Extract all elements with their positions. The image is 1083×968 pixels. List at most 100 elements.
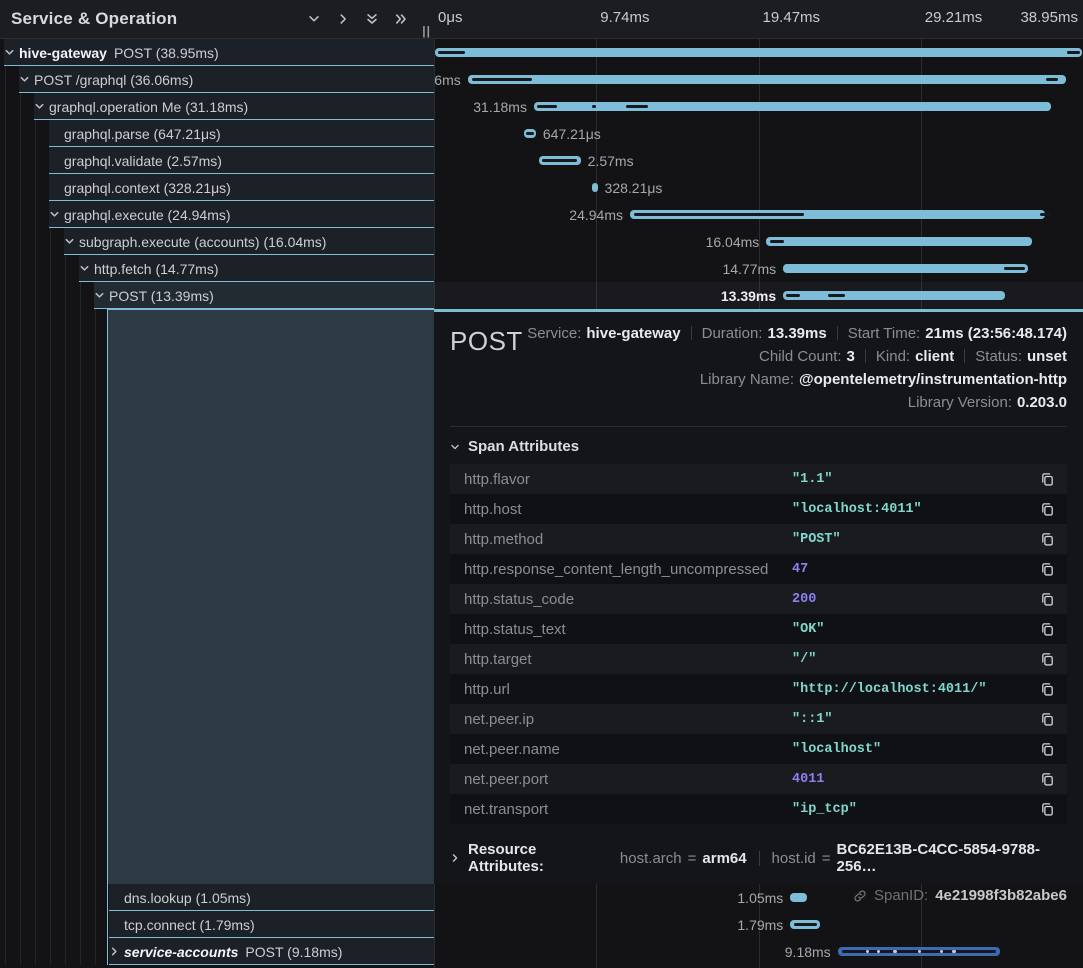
trace-row-label-cell[interactable]: POST /graphql (36.06ms) [0,66,434,93]
copy-icon[interactable] [1038,650,1057,669]
row-toggle-chevron-icon[interactable] [49,155,64,166]
trace-row[interactable]: tcp.connect (1.79ms) 1.79ms [0,911,1083,938]
trace-row[interactable]: POST /graphql (36.06ms) 36.06ms [0,66,1083,93]
trace-row-timeline-cell[interactable]: 13.39ms [434,282,1083,309]
trace-row-label-cell[interactable]: POST (13.39ms) [0,282,434,309]
span-bar[interactable] [435,48,1082,57]
copy-icon[interactable] [1038,710,1057,729]
span-bar[interactable] [766,237,1032,246]
row-toggle-chevron-icon[interactable] [4,47,19,58]
copy-icon[interactable] [1038,590,1057,609]
row-toggle-chevron-icon[interactable] [34,101,49,112]
trace-row[interactable]: service-accounts POST (9.18ms) 9.18ms [0,938,1083,965]
trace-row-timeline-cell[interactable]: 16.04ms [434,228,1083,255]
row-service-name: service-accounts [124,944,238,960]
attribute-row: net.peer.ip "::1" [450,704,1067,734]
trace-row-label-cell[interactable]: http.fetch (14.77ms) [0,255,434,282]
trace-row-label-cell[interactable]: subgraph.execute (accounts) (16.04ms) [0,228,434,255]
row-toggle-chevron-icon[interactable] [49,128,64,139]
trace-row[interactable]: graphql.parse (647.21μs) 647.21μs [0,120,1083,147]
row-underline [109,937,434,938]
trace-row-timeline-cell[interactable]: 24.94ms [434,201,1083,228]
row-operation-label: graphql.validate (2.57ms) [64,153,222,169]
attribute-row: http.target "/" [450,644,1067,674]
row-toggle-chevron-icon[interactable] [79,263,94,274]
trace-row[interactable]: graphql.execute (24.94ms) 24.94ms [0,201,1083,228]
row-toggle-chevron-icon[interactable] [64,236,79,247]
trace-row-timeline-cell[interactable]: 31.18ms [434,93,1083,120]
span-bar[interactable] [783,264,1028,273]
chevron-right-icon[interactable] [336,12,350,26]
copy-icon[interactable] [1038,470,1057,489]
span-bar[interactable] [468,75,1066,84]
row-toggle-chevron-icon[interactable] [49,209,64,220]
bar-event-mark [918,950,921,953]
copy-icon[interactable] [1038,770,1057,789]
trace-row-timeline-cell[interactable]: 1.79ms [434,911,1083,938]
row-toggle-chevron-icon[interactable] [49,182,64,193]
trace-row-label-cell[interactable]: dns.lookup (1.05ms) [0,884,434,911]
row-toggle-chevron-icon[interactable] [109,919,124,930]
attribute-value: "ip_tcp" [792,802,1038,817]
copy-icon[interactable] [1038,800,1057,819]
row-operation-label: POST (13.39ms) [109,288,214,304]
trace-row-label-cell[interactable]: graphql.execute (24.94ms) [0,201,434,228]
row-toggle-chevron-icon[interactable] [19,74,34,85]
attribute-row: http.host "localhost:4011" [450,494,1067,524]
trace-row-timeline-cell[interactable]: 9.18ms [434,938,1083,965]
row-toggle-chevron-icon[interactable] [109,892,124,903]
row-toggle-chevron-icon[interactable] [109,946,124,957]
meta-label: Service: [527,325,581,342]
trace-row-timeline-cell[interactable]: 328.21μs [434,174,1083,201]
trace-row-label-cell[interactable]: graphql.context (328.21μs) [0,174,434,201]
row-toggle-chevron-icon[interactable] [94,290,109,301]
trace-row-label-cell[interactable]: tcp.connect (1.79ms) [0,911,434,938]
span-id-label: SpanID: [874,887,928,904]
trace-row-label-cell[interactable]: graphql.validate (2.57ms) [0,147,434,174]
row-operation-label: POST (9.18ms) [245,944,342,960]
span-bar[interactable] [592,183,597,192]
trace-row[interactable]: subgraph.execute (accounts) (16.04ms) 16… [0,228,1083,255]
trace-row-timeline-cell[interactable]: 2.57ms [434,147,1083,174]
span-bar[interactable] [783,291,1005,300]
trace-row[interactable]: graphql.context (328.21μs) 328.21μs [0,174,1083,201]
meta-value: hive-gateway [586,325,680,342]
copy-icon[interactable] [1038,620,1057,639]
trace-row-label-cell[interactable]: service-accounts POST (9.18ms) [0,938,434,965]
bar-child-mark [794,923,817,926]
trace-row[interactable]: graphql.operation Me (31.18ms) 31.18ms [0,93,1083,120]
trace-row[interactable]: hive-gateway POST (38.95ms) 38.95ms [0,39,1083,66]
trace-row[interactable]: http.fetch (14.77ms) 14.77ms [0,255,1083,282]
link-icon[interactable] [853,889,867,903]
meta-label: Library Name: [700,371,794,388]
double-chevron-down-icon[interactable] [365,12,379,26]
trace-row-timeline-cell[interactable]: 38.95ms [434,39,1083,66]
copy-icon[interactable] [1038,740,1057,759]
trace-row[interactable]: graphql.validate (2.57ms) 2.57ms [0,147,1083,174]
attributes-table: http.flavor "1.1" http.host "localhost:4… [450,464,1067,824]
copy-icon[interactable] [1038,500,1057,519]
resource-attributes-toggle[interactable]: Resource Attributes: host.arch=arm64host… [450,841,1067,875]
copy-icon[interactable] [1038,680,1057,699]
selected-branch-guide [107,309,108,965]
timeline-tick-label: 0μs [438,9,463,26]
span-bar[interactable] [534,102,1051,111]
span-attributes-toggle[interactable]: Span Attributes [450,438,1067,455]
chevron-down-icon[interactable] [307,12,321,26]
trace-row[interactable]: POST (13.39ms) 13.39ms [0,282,1083,309]
bar-child-mark [592,105,596,108]
trace-row-timeline-cell[interactable]: 14.77ms [434,255,1083,282]
trace-row-label-cell[interactable]: graphql.parse (647.21μs) [0,120,434,147]
copy-icon[interactable] [1038,560,1057,579]
trace-row-label-cell[interactable]: hive-gateway POST (38.95ms) [0,39,434,66]
service-operation-header: Service & Operation || [0,0,434,39]
meta-value: 3 [847,348,855,365]
meta-divider [964,349,965,363]
row-operation-label: subgraph.execute (accounts) (16.04ms) [79,234,326,250]
trace-row-timeline-cell[interactable]: 647.21μs [434,120,1083,147]
copy-icon[interactable] [1038,530,1057,549]
panel-resize-grip[interactable]: || [422,24,431,38]
double-chevron-right-icon[interactable] [394,12,408,26]
trace-row-label-cell[interactable]: graphql.operation Me (31.18ms) [0,93,434,120]
trace-row-timeline-cell[interactable]: 36.06ms [434,66,1083,93]
